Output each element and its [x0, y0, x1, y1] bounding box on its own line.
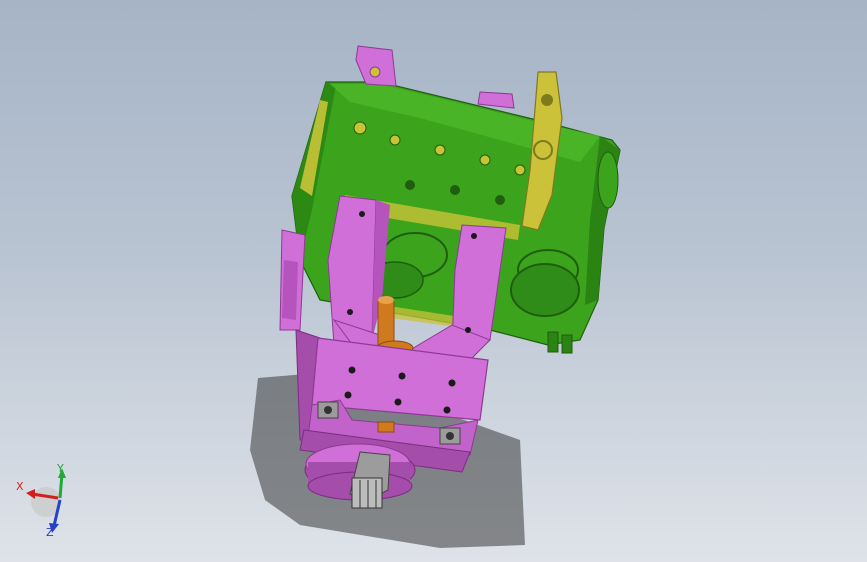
- model-view[interactable]: [0, 0, 867, 562]
- y-axis-label: Y: [56, 462, 64, 475]
- reference-triad[interactable]: Y X Z: [10, 460, 80, 540]
- locator-tab-left[interactable]: [355, 45, 397, 87]
- graphics-viewport[interactable]: Y X Z: [0, 0, 867, 562]
- x-axis-label: X: [16, 480, 24, 493]
- z-axis-label: Z: [46, 526, 54, 539]
- locator-tab-right[interactable]: [477, 91, 515, 109]
